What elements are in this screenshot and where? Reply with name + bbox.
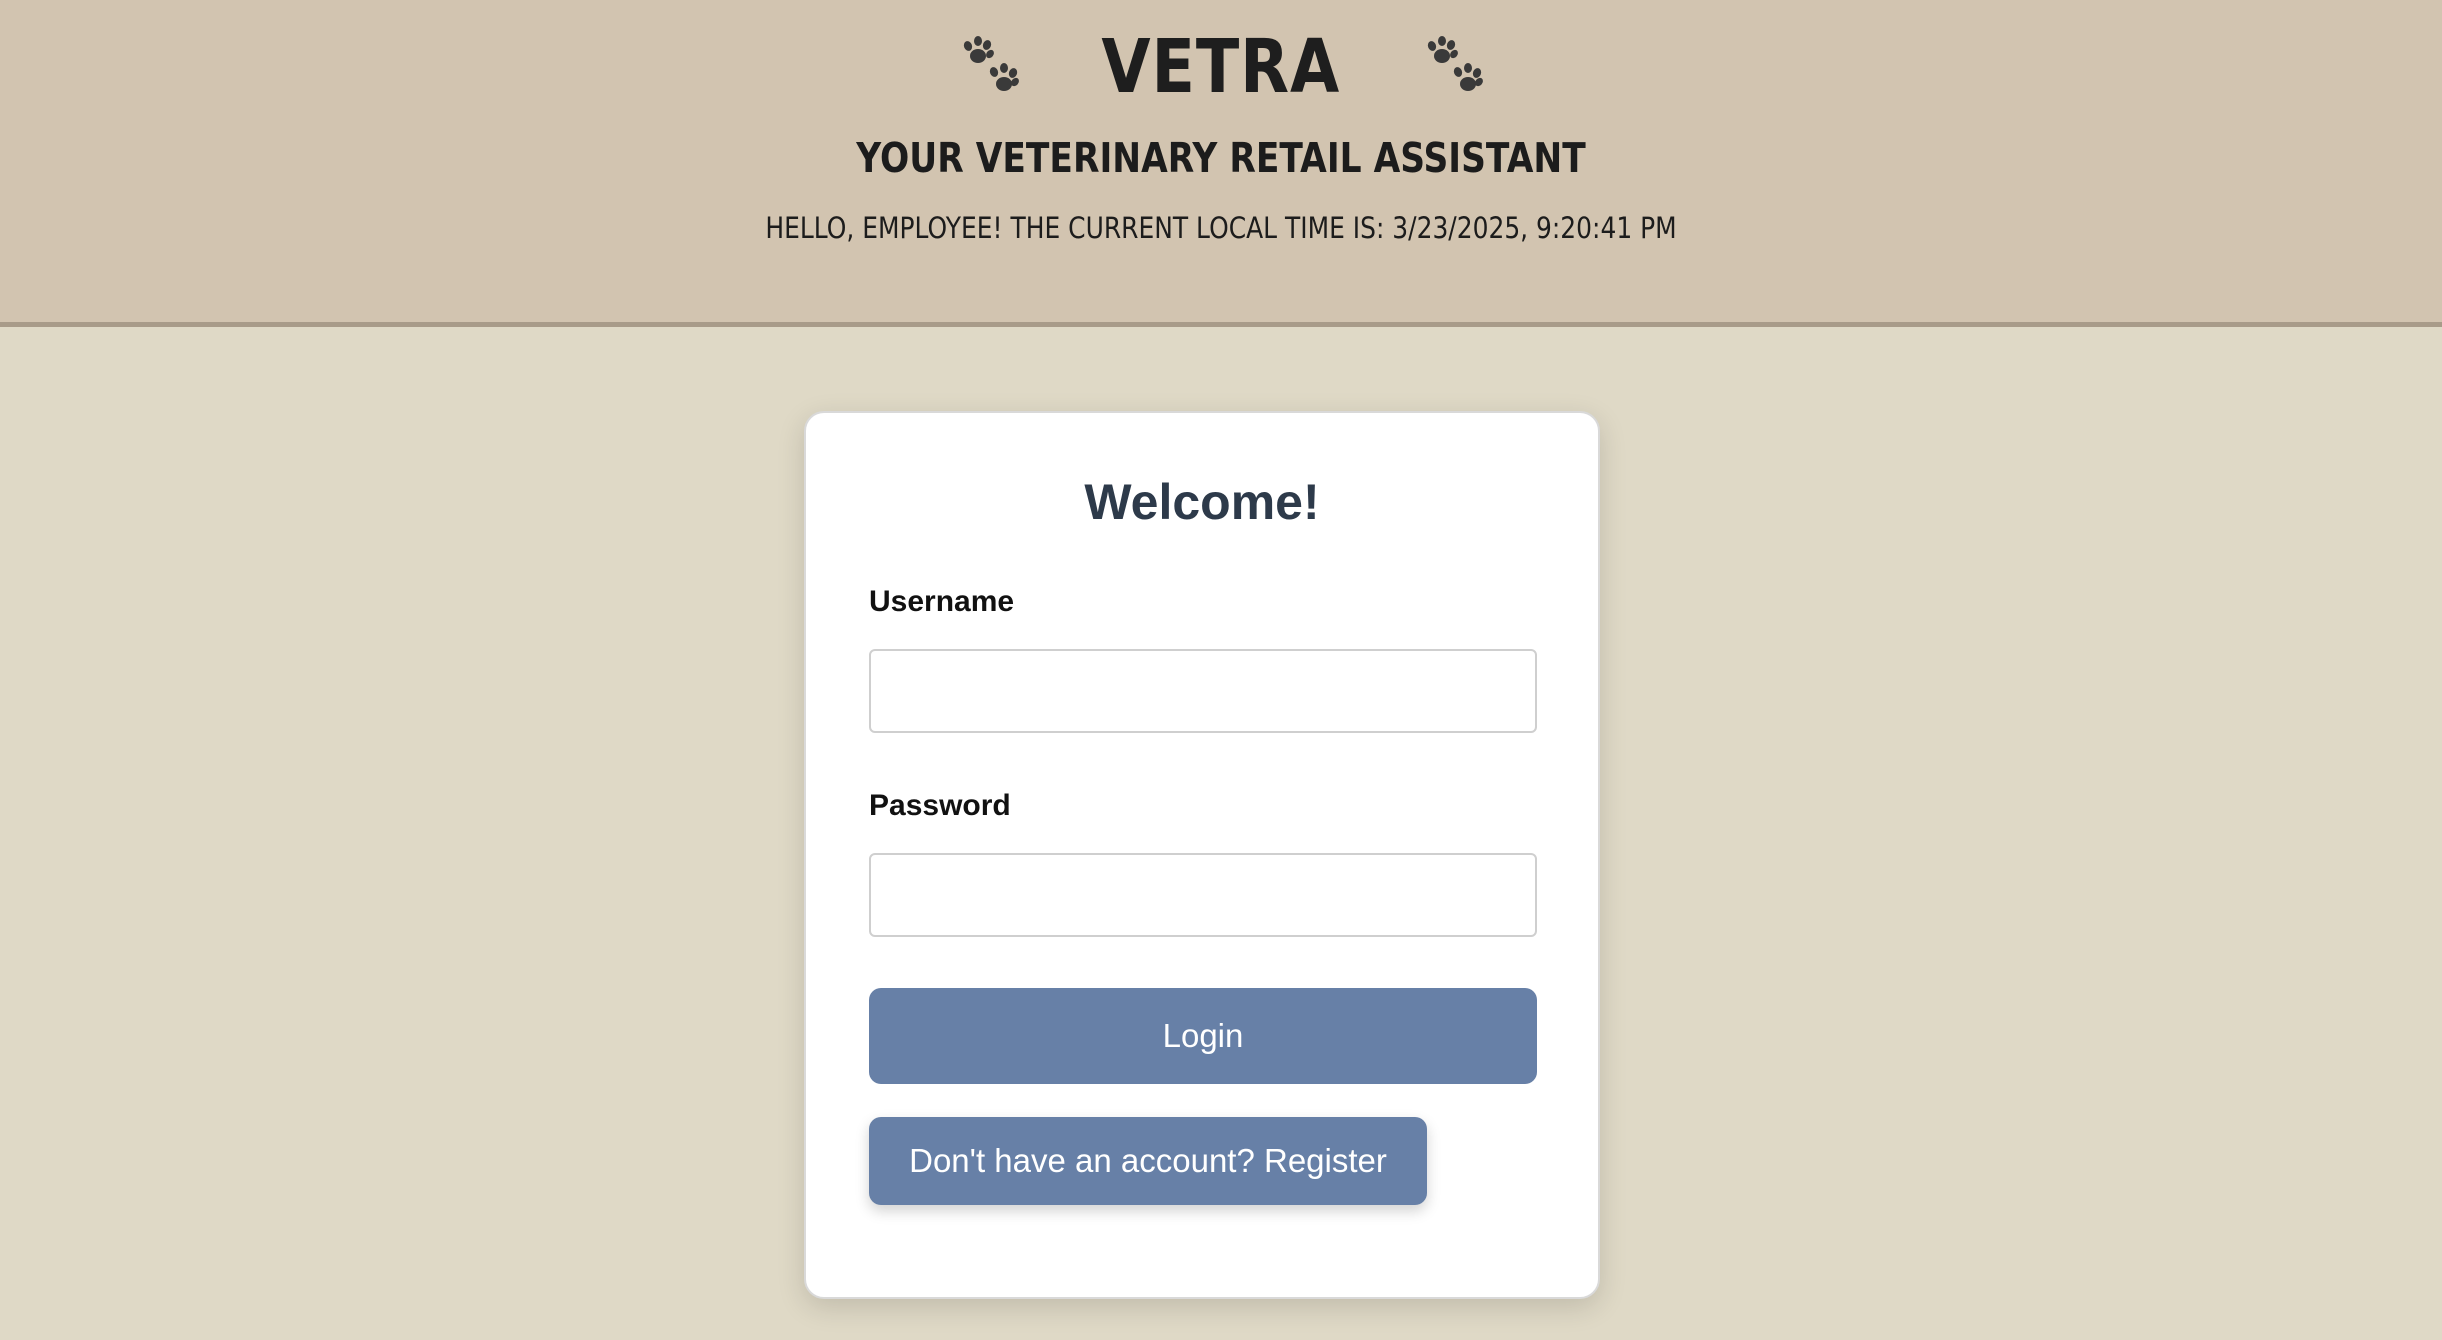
username-input[interactable]: [869, 649, 1537, 733]
login-button[interactable]: Login: [869, 988, 1537, 1084]
tagline: YOUR VETERINARY RETAIL ASSISTANT: [856, 134, 1586, 182]
greeting-clock-text: HELLO, EMPLOYEE! THE CURRENT LOCAL TIME …: [765, 211, 1677, 245]
paw-prints-icon: [954, 32, 1024, 102]
password-label: Password: [869, 789, 1011, 822]
site-header: VETRA YOUR VETERINARY RETAIL ASSISTANT H…: [0, 0, 2442, 327]
paw-prints-icon: [1418, 32, 1488, 102]
brand-row: VETRA: [0, 22, 2442, 112]
register-button[interactable]: Don't have an account? Register: [869, 1117, 1427, 1205]
password-input[interactable]: [869, 853, 1537, 937]
username-label: Username: [869, 585, 1015, 618]
login-card: Welcome! Username Password Login Don't h…: [804, 411, 1600, 1299]
brand-title: VETRA: [1101, 24, 1341, 110]
welcome-heading: Welcome!: [1084, 474, 1320, 530]
